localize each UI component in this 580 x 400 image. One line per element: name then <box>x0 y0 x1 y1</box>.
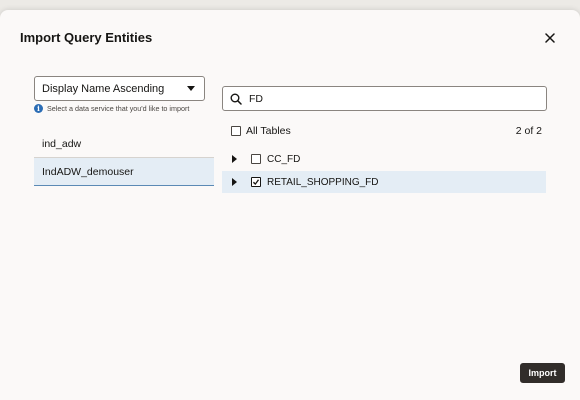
search-icon <box>230 93 242 105</box>
data-service-label: IndADW_demouser <box>42 165 134 178</box>
table-label: CC_FD <box>267 153 301 165</box>
table-row-cc-fd[interactable]: CC_FD <box>222 148 546 170</box>
info-icon: i <box>34 104 43 113</box>
dialog-title: Import Query Entities <box>20 30 153 45</box>
helper-label: Select a data service that you'd like to… <box>47 104 190 113</box>
table-label: RETAIL_SHOPPING_FD <box>267 176 379 188</box>
search-input[interactable] <box>249 92 529 105</box>
all-tables-label: All Tables <box>246 125 291 137</box>
import-button[interactable]: Import <box>520 363 565 383</box>
data-service-list: ind_adw IndADW_demouser <box>34 130 214 186</box>
table-checkbox[interactable] <box>251 177 261 187</box>
helper-text: i Select a data service that you'd like … <box>34 104 189 113</box>
import-dialog: Import Query Entities <box>0 10 580 400</box>
list-item-data-service[interactable]: ind_adw <box>34 130 214 158</box>
results-count: 2 of 2 <box>515 125 542 137</box>
table-checkbox[interactable] <box>251 154 261 164</box>
data-service-label: ind_adw <box>42 137 82 150</box>
chevron-down-icon <box>187 86 195 91</box>
expand-arrow-icon[interactable] <box>232 155 237 163</box>
search-field[interactable] <box>222 86 547 111</box>
close-icon <box>545 33 555 43</box>
all-tables-checkbox[interactable] <box>231 126 241 136</box>
table-row-retail-shopping-fd[interactable]: RETAIL_SHOPPING_FD <box>222 171 546 193</box>
checkmark-icon <box>253 179 259 185</box>
expand-arrow-icon[interactable] <box>232 178 237 186</box>
sort-dropdown-value: Display Name Ascending <box>42 82 165 95</box>
all-tables-row: All Tables 2 of 2 <box>231 124 542 138</box>
sort-dropdown[interactable]: Display Name Ascending <box>34 76 205 101</box>
close-button[interactable] <box>541 29 559 47</box>
list-item-data-service[interactable]: IndADW_demouser <box>34 158 214 186</box>
